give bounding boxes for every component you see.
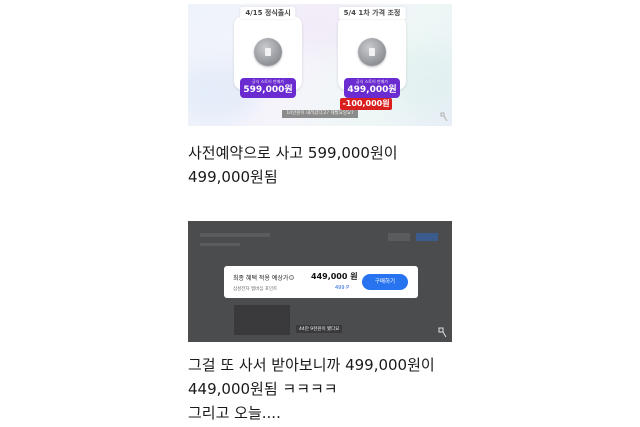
- screenshot-caption-tag: 44만 9천원이 됐다요: [296, 325, 343, 333]
- launch-price-box: 공식 스토어 판매가 599,000원: [240, 78, 296, 98]
- info-icon[interactable]: i: [289, 275, 295, 280]
- product-device-image: [254, 38, 282, 66]
- membership-points-label: 삼성전자 멤버십 포인트: [233, 287, 278, 292]
- promo-image: 4/15 정식출시 5/4 1차 가격 조정 공식 스토어 판매가 599,00…: [188, 4, 452, 126]
- caption-2-line-1: 그걸 또 사서 받아보니까 499,000원이: [188, 356, 435, 374]
- caption-1-line-2: 499,000원됨: [188, 168, 278, 186]
- price-adjust-tag: 5/4 1차 가격 조정: [338, 7, 406, 19]
- final-price-label: 최종 혜택 적용 예상가 i: [233, 275, 295, 282]
- adjusted-price-box: 공식 스토어 판매가 499,000원: [344, 78, 400, 98]
- final-price: 449,000 원: [311, 272, 358, 281]
- product-device-image: [358, 38, 386, 66]
- caption-1-line-1: 사전예약으로 사고 599,000원이: [188, 144, 398, 162]
- purchase-screenshot: 최종 혜택 적용 예상가 i 삼성전자 멤버십 포인트 449,000 원 499…: [188, 221, 452, 342]
- caption-1: 사전예약으로 사고 599,000원이 499,000원됨: [188, 141, 398, 189]
- buy-button[interactable]: 구매하기: [362, 274, 408, 290]
- points-value: 499 P: [335, 285, 350, 291]
- caption-2-line-3: 그리고 오늘....: [188, 404, 281, 422]
- caption-2-line-2: 449,000원됨 ㅋㅋㅋㅋ: [188, 380, 338, 398]
- watermark-icon: [438, 327, 447, 338]
- price-sub-label: 공식 스토어 판매가: [356, 79, 388, 84]
- discount-badge: -100,000원: [340, 98, 392, 110]
- final-price-modal: 최종 혜택 적용 예상가 i 삼성전자 멤버십 포인트 449,000 원 499…: [224, 266, 418, 298]
- watermark-icon: [440, 112, 448, 122]
- promo-footnote: 10만원이 내려갔다고? 제발요잉요?: [282, 110, 358, 118]
- price-sub-label: 공식 스토어 판매가: [252, 79, 284, 84]
- adjusted-price: 499,000원: [347, 85, 397, 95]
- launch-price: 599,000원: [243, 85, 293, 95]
- caption-2: 그걸 또 사서 받아보니까 499,000원이 449,000원됨 ㅋㅋㅋㅋ 그…: [188, 353, 435, 425]
- launch-date-tag: 4/15 정식출시: [240, 7, 296, 19]
